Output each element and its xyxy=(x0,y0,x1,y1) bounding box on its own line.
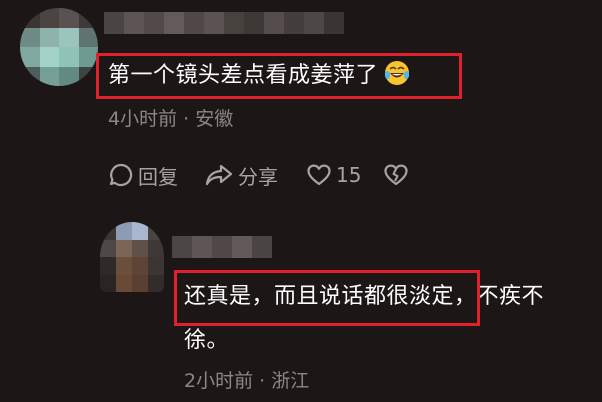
comment-body: 第一个镜头差点看成姜萍了 xyxy=(108,63,379,88)
user-avatar[interactable] xyxy=(20,8,98,86)
reply-user-avatar[interactable] xyxy=(100,222,164,292)
dislike-button[interactable] xyxy=(383,163,409,187)
reply-meta: 2小时前 · 浙江 xyxy=(184,370,310,392)
reply-body-line1: 还真是，而且说话都很淡定，不疾不 xyxy=(184,284,545,309)
comment-thread: 第一个镜头差点看成姜萍了 4小时前 · 安徽 回复 分享 15 还真是，而且说话… xyxy=(0,0,602,402)
broken-heart-icon xyxy=(384,164,409,186)
reply-label: 回复 xyxy=(138,164,178,189)
share-button[interactable]: 分享 xyxy=(204,161,278,190)
reply-bubble-icon xyxy=(109,163,133,187)
comment-text: 第一个镜头差点看成姜萍了 xyxy=(108,60,410,91)
reply-username-blurred[interactable] xyxy=(172,236,272,258)
username-blurred[interactable] xyxy=(104,12,344,34)
share-arrow-icon xyxy=(205,164,233,186)
comment-meta: 4小时前 · 安徽 xyxy=(108,108,234,130)
reply-button[interactable]: 回复 xyxy=(108,161,178,190)
action-bar: 回复 分享 15 xyxy=(108,158,409,192)
reply-body-line2: 徐。 xyxy=(184,328,230,353)
laughing-crying-emoji-icon xyxy=(384,60,410,86)
like-button[interactable]: 15 xyxy=(306,163,361,187)
share-label: 分享 xyxy=(238,164,278,189)
reply-text: 还真是，而且说话都很淡定，不疾不 徐。 xyxy=(184,282,584,356)
heart-icon xyxy=(307,164,331,186)
like-count: 15 xyxy=(336,163,362,187)
